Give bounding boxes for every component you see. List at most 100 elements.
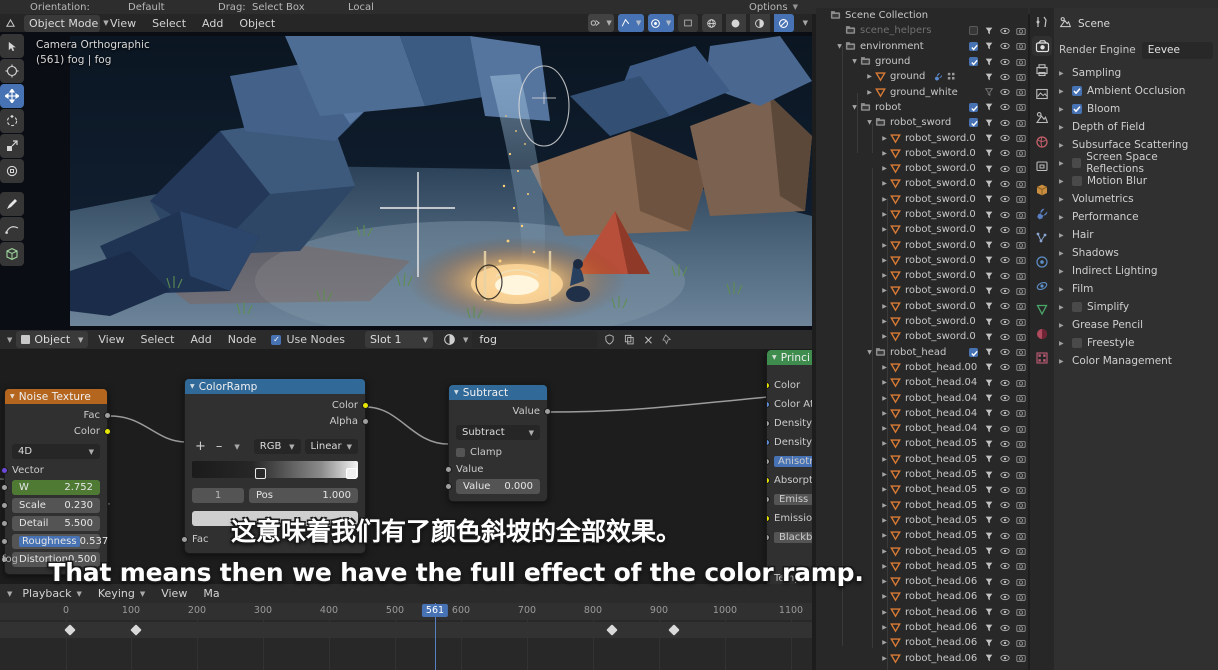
outliner-row[interactable]: ▶ robot_head.05 <box>816 528 1028 543</box>
socket-color[interactable] <box>767 382 770 389</box>
collapse-triangle-icon[interactable]: ▼ <box>454 389 459 396</box>
exclude-checkbox[interactable] <box>969 118 978 128</box>
render-camera-icon[interactable] <box>1016 133 1026 143</box>
topbar-item[interactable]: Default <box>128 2 165 13</box>
field-value-2[interactable]: Value 0.000 <box>456 479 540 494</box>
node-header[interactable]: ▼ Noise Texture <box>5 389 107 404</box>
outliner-row[interactable]: ▶ robot_head.05 <box>816 436 1028 451</box>
visibility-eye-icon[interactable] <box>1000 607 1010 617</box>
visibility-eye-icon[interactable] <box>1000 286 1010 296</box>
visibility-eye-icon[interactable] <box>1000 347 1010 357</box>
visibility-eye-icon[interactable] <box>1000 577 1010 587</box>
material-name-field[interactable]: fog <box>472 331 598 348</box>
tab-material[interactable] <box>1032 324 1052 344</box>
panel-enable-checkbox[interactable] <box>1072 338 1082 348</box>
editor-type-chevron-icon[interactable]: ▼ <box>7 590 12 598</box>
menu-add[interactable]: Add <box>196 15 229 31</box>
shading-material-preview[interactable] <box>749 14 770 32</box>
outliner-row[interactable]: ▶ robot_head.06 <box>816 605 1028 620</box>
render-camera-icon[interactable] <box>1016 653 1026 663</box>
visibility-eye-icon[interactable] <box>1000 531 1010 541</box>
render-camera-icon[interactable] <box>1016 118 1026 128</box>
outliner-row[interactable]: ▶ robot_head.05 <box>816 498 1028 513</box>
current-frame-badge[interactable]: 561 <box>421 604 449 617</box>
properties-panel-header[interactable]: ▶ Shadows <box>1059 244 1213 262</box>
visibility-eye-icon[interactable] <box>1000 362 1010 372</box>
tab-render[interactable] <box>1032 36 1052 56</box>
output-value[interactable]: Value <box>456 405 551 418</box>
selectable-filter-icon[interactable] <box>984 424 994 434</box>
outliner-row[interactable]: ▶ robot_head.05 <box>816 559 1028 574</box>
disclosure-right-icon[interactable]: ▶ <box>880 150 889 157</box>
visibility-eye-icon[interactable] <box>1000 408 1010 418</box>
visibility-eye-icon[interactable] <box>1000 638 1010 648</box>
outliner-row[interactable]: ▶ robot_head.05 <box>816 452 1028 467</box>
render-camera-icon[interactable] <box>1016 57 1026 67</box>
selectable-filter-icon[interactable] <box>984 393 994 403</box>
render-camera-icon[interactable] <box>1016 194 1026 204</box>
selectable-filter-icon[interactable] <box>984 561 994 571</box>
render-camera-icon[interactable] <box>1016 148 1026 158</box>
selectable-filter-icon[interactable] <box>984 179 994 189</box>
menu-view[interactable]: View <box>104 15 142 31</box>
tab-data[interactable] <box>1032 300 1052 320</box>
panel-enable-checkbox[interactable] <box>1072 176 1082 186</box>
render-camera-icon[interactable] <box>1016 225 1026 235</box>
ramp-color-swatch[interactable] <box>192 511 358 526</box>
selectable-filter-icon[interactable] <box>984 26 994 36</box>
move-tool[interactable] <box>0 84 24 108</box>
render-camera-icon[interactable] <box>1016 393 1026 403</box>
visibility-eye-icon[interactable] <box>1000 317 1010 327</box>
disclosure-down-icon[interactable]: ▼ <box>850 58 859 65</box>
selectable-filter-icon[interactable] <box>984 87 994 97</box>
socket-fac[interactable] <box>104 412 111 419</box>
properties-panel-header[interactable]: ▶ Indirect Lighting <box>1059 262 1213 280</box>
topbar-item[interactable]: Local <box>348 2 374 13</box>
outliner-row[interactable]: ▶ robot_sword.0 <box>816 268 1028 283</box>
outliner-row[interactable]: ▶ robot_sword.0 <box>816 192 1028 207</box>
outliner-row[interactable]: ▶ robot_sword.0 <box>816 253 1028 268</box>
outliner-row[interactable]: scene_helpers <box>816 23 1028 38</box>
panel-enable-checkbox[interactable] <box>1072 302 1082 312</box>
selectable-filter-icon[interactable] <box>984 301 994 311</box>
selectable-filter-icon[interactable] <box>984 470 994 480</box>
node-noise-texture[interactable]: ▼ Noise Texture Fac Color 4D ▼ Vector W … <box>1 388 111 575</box>
visibility-eye-icon[interactable] <box>1000 210 1010 220</box>
exclude-checkbox[interactable] <box>969 347 978 357</box>
disclosure-right-icon[interactable]: ▶ <box>1059 70 1067 77</box>
disclosure-right-icon[interactable]: ▶ <box>1059 106 1067 113</box>
socket-vector[interactable] <box>1 467 8 474</box>
visibility-eye-icon[interactable] <box>1000 148 1010 158</box>
disclosure-right-icon[interactable]: ▶ <box>1059 286 1067 293</box>
xray-toggle[interactable] <box>677 14 698 32</box>
node-menu-node[interactable]: Node <box>222 332 263 348</box>
visibility-eye-icon[interactable] <box>1000 332 1010 342</box>
collapse-triangle-icon[interactable]: ▼ <box>190 383 195 390</box>
disclosure-right-icon[interactable]: ▶ <box>1059 268 1067 275</box>
shading-solid[interactable] <box>725 14 746 32</box>
outliner-row[interactable]: ▶ robot_sword.0 <box>816 176 1028 191</box>
timeline-menu-playback[interactable]: Playback ▼ <box>16 586 87 602</box>
object-mode-dropdown[interactable]: Object Mode ▼ <box>24 14 109 32</box>
timeline-menu-view[interactable]: View <box>155 586 193 602</box>
socket-emission-strength[interactable] <box>767 496 770 503</box>
node-menu-select[interactable]: Select <box>135 332 181 348</box>
slot-dropdown[interactable]: Slot 1 ▼ <box>364 331 433 348</box>
add-cube-tool[interactable] <box>0 242 24 266</box>
disclosure-right-icon[interactable]: ▶ <box>1059 358 1067 365</box>
outliner-row[interactable]: ▼ robot <box>816 100 1028 115</box>
selectable-filter-icon[interactable] <box>984 41 994 51</box>
snap-toggle[interactable]: ▼ <box>617 14 644 32</box>
ramp-menu-chevron-icon[interactable]: ▼ <box>234 443 239 451</box>
disclosure-right-icon[interactable]: ▶ <box>1059 142 1067 149</box>
selectable-filter-icon[interactable] <box>984 72 994 82</box>
tab-scene[interactable] <box>1032 108 1052 128</box>
tab-particles[interactable] <box>1032 228 1052 248</box>
visibility-eye-icon[interactable] <box>1000 41 1010 51</box>
outliner-row[interactable]: Scene Collection <box>816 8 1028 23</box>
visibility-eye-icon[interactable] <box>1000 485 1010 495</box>
input-value-1[interactable]: Value <box>445 463 540 476</box>
socket-roughness[interactable] <box>1 538 8 545</box>
selectable-filter-icon[interactable] <box>984 623 994 633</box>
socket-alpha[interactable] <box>362 418 369 425</box>
